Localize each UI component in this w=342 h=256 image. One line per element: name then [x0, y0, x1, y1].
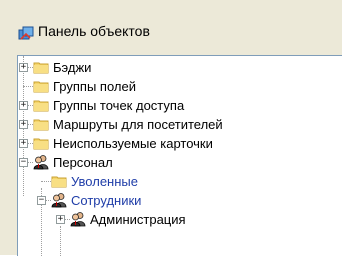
people-icon	[33, 155, 49, 170]
expand-button[interactable]: +	[19, 101, 28, 110]
folder-icon	[33, 100, 49, 112]
tree-item-unused-cards[interactable]: + Неиспользуемые карточки	[18, 134, 338, 153]
tree-connector-line	[23, 86, 33, 87]
expand-button[interactable]: +	[19, 139, 28, 148]
tree-item-badges[interactable]: + Бэджи	[18, 58, 338, 77]
tree-item-label: Маршруты для посетителей	[53, 117, 223, 132]
tree-connector-line	[60, 226, 61, 256]
tree-item-field-groups[interactable]: Группы полей	[18, 77, 338, 96]
tree-item-label: Администрация	[90, 212, 186, 227]
folder-icon	[33, 138, 49, 150]
tree-item-dismissed[interactable]: Уволенные	[18, 172, 338, 191]
tree-item-label: Сотрудники	[71, 193, 142, 208]
folder-icon	[33, 62, 49, 74]
tree-item-label: Бэджи	[53, 60, 92, 75]
object-panel: Панель объектов + Бэджи Группы полей + Г…	[0, 0, 342, 256]
expand-button[interactable]: +	[19, 63, 28, 72]
tree-item-label: Группы полей	[53, 79, 136, 94]
tree-item-visitor-routes[interactable]: + Маршруты для посетителей	[18, 115, 338, 134]
tree-item-administration[interactable]: + Администрация	[18, 210, 338, 229]
folder-icon	[51, 176, 67, 188]
panel-titlebar: Панель объектов	[0, 0, 342, 55]
tree-item-label: Группы точек доступа	[53, 98, 185, 113]
tree-item-label: Уволенные	[71, 174, 138, 189]
tree-item-personnel[interactable]: − Персонал	[18, 153, 338, 172]
expand-button[interactable]: +	[56, 215, 65, 224]
people-icon	[51, 193, 67, 208]
panel-title: Панель объектов	[38, 23, 150, 39]
tree-item-access-point-groups[interactable]: + Группы точек доступа	[18, 96, 338, 115]
tree-item-label: Персонал	[53, 155, 113, 170]
people-icon	[70, 212, 86, 227]
object-tree[interactable]: + Бэджи Группы полей + Группы точек дост…	[17, 55, 342, 256]
folder-icon	[33, 119, 49, 131]
tree-item-label: Неиспользуемые карточки	[53, 136, 213, 151]
object-panel-icon	[18, 26, 34, 40]
collapse-button[interactable]: −	[37, 196, 46, 205]
tree-connector-line	[41, 181, 51, 182]
collapse-button[interactable]: −	[19, 158, 28, 167]
tree-item-employees[interactable]: − Сотрудники	[18, 191, 338, 210]
expand-button[interactable]: +	[19, 120, 28, 129]
folder-icon	[33, 81, 49, 93]
